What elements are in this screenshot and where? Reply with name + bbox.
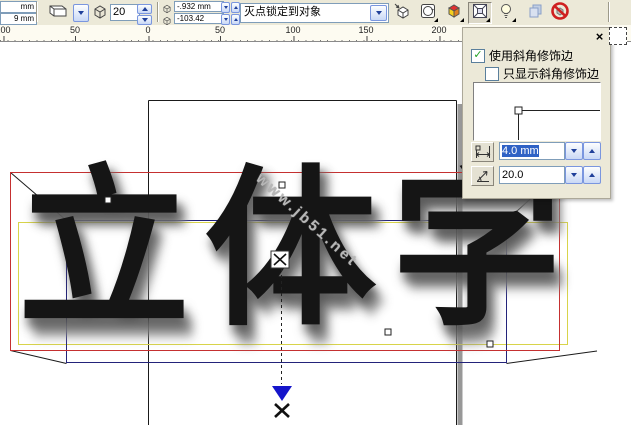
color-cube-icon — [445, 2, 463, 25]
vp-x-spin-down[interactable] — [221, 2, 230, 13]
use-bevel-checkbox[interactable]: ✓ — [471, 49, 485, 63]
vp-x-spin-up[interactable] — [231, 2, 240, 13]
extrude-handles[interactable] — [105, 182, 493, 347]
ruler-label: 150 — [358, 25, 373, 35]
vp-cube-arrow-icon — [393, 2, 411, 25]
vp-x-marker[interactable] — [275, 404, 289, 417]
arrow-up-icon — [142, 7, 148, 11]
arrow-down-icon — [142, 18, 148, 22]
bevel-angle-spin-down[interactable] — [565, 166, 583, 184]
bevel-docker-panel: × ✓ 使用斜角修饰边 只显示斜角修饰边 4.0 mm — [462, 27, 611, 199]
close-icon[interactable]: × — [592, 29, 607, 44]
bevel-depth-field[interactable]: 4.0 mm — [499, 142, 565, 160]
arrow-up-icon — [234, 18, 238, 21]
arrow-up-icon — [589, 173, 595, 177]
ruler-label: 200 — [431, 25, 446, 35]
vp-x-spinner[interactable] — [221, 2, 240, 13]
bevel-angle-value: 20.0 — [502, 169, 523, 181]
extrude-shape-icon — [48, 3, 68, 23]
object-width-field[interactable]: mm — [0, 1, 37, 13]
use-bevel-label[interactable]: 使用斜角修饰边 — [489, 47, 573, 64]
depth-spin-down[interactable] — [137, 15, 152, 25]
rotation-icon — [419, 2, 437, 25]
clear-extrude-button[interactable] — [548, 2, 572, 24]
toolbar-separator — [157, 2, 159, 22]
bevel-depth-value: 4.0 mm — [502, 145, 539, 157]
arrow-up-icon — [234, 6, 238, 9]
copy-pages-icon — [527, 2, 545, 25]
bevel-angle-spin-up[interactable] — [583, 166, 601, 184]
vp-properties-button[interactable] — [390, 2, 414, 24]
prohibition-icon — [550, 1, 570, 26]
bevel-depth-spin-up[interactable] — [583, 142, 601, 160]
center-x-handle[interactable] — [271, 251, 289, 268]
ruler-label: 100 — [285, 25, 300, 35]
bevel-depth-spin-down[interactable] — [565, 142, 583, 160]
vp-y-field[interactable]: -103.42 — [174, 13, 224, 24]
toolbar-separator — [36, 2, 38, 22]
show-only-bevel-label[interactable]: 只显示斜角修饰边 — [503, 65, 599, 82]
bevel-icon — [471, 2, 489, 25]
arrow-down-icon — [224, 18, 228, 21]
toolbar-separator — [608, 2, 610, 22]
extrude-bevel-button[interactable] — [468, 2, 492, 24]
arrow-down-icon — [571, 149, 577, 153]
arrow-down-icon — [224, 6, 228, 9]
vp-y-spinner[interactable] — [221, 14, 240, 25]
bevel-angle-icon — [471, 166, 494, 186]
preset-dropdown-arrow[interactable] — [73, 4, 89, 22]
coreldraw-extrude-window: mm 9 mm 20 -.932 mm -103.42 — [0, 0, 631, 425]
depth-spin-up[interactable] — [137, 4, 152, 14]
bevel-depth-icon — [471, 142, 494, 162]
copy-extrude-button[interactable] — [524, 2, 548, 24]
arrow-down-icon — [571, 173, 577, 177]
vp-x-field[interactable]: -.932 mm — [174, 1, 224, 12]
vp-y-spin-up[interactable] — [231, 14, 240, 25]
bevel-profile-preview — [473, 82, 601, 141]
extrude-property-bar: mm 9 mm 20 -.932 mm -103.42 — [0, 0, 631, 26]
show-only-bevel-checkbox[interactable] — [485, 67, 499, 81]
extrude-color-button[interactable] — [442, 2, 466, 24]
chevron-down-icon — [78, 11, 84, 15]
vp-arrow-marker[interactable] — [272, 386, 292, 401]
extrude-depth-field[interactable]: 20 — [110, 4, 140, 21]
object-height-field[interactable]: 9 mm — [0, 13, 37, 25]
vp-mode-value: 灭点锁定到对象 — [244, 6, 321, 18]
ruler-origin-button[interactable] — [609, 27, 627, 45]
extrude-lighting-button[interactable] — [494, 2, 518, 24]
bevel-angle-field[interactable]: 20.0 — [499, 166, 565, 184]
combo-dropdown-arrow[interactable] — [370, 5, 387, 21]
ruler-label: 0 — [145, 25, 150, 35]
ruler-label: 50 — [215, 25, 225, 35]
extrude-rotation-button[interactable] — [416, 2, 440, 24]
ruler-label: 100 — [0, 25, 11, 35]
arrow-up-icon — [589, 149, 595, 153]
bevel-profile-handle[interactable] — [515, 107, 522, 114]
ruler-label: 50 — [70, 25, 80, 35]
extrude-depth-icon — [92, 4, 108, 25]
light-bulb-icon — [497, 2, 515, 25]
vp-mode-combobox[interactable]: 灭点锁定到对象 — [240, 3, 389, 23]
vp-y-spin-down[interactable] — [221, 14, 230, 25]
extrude-preset-button[interactable] — [42, 2, 74, 24]
chevron-down-icon — [376, 11, 382, 15]
